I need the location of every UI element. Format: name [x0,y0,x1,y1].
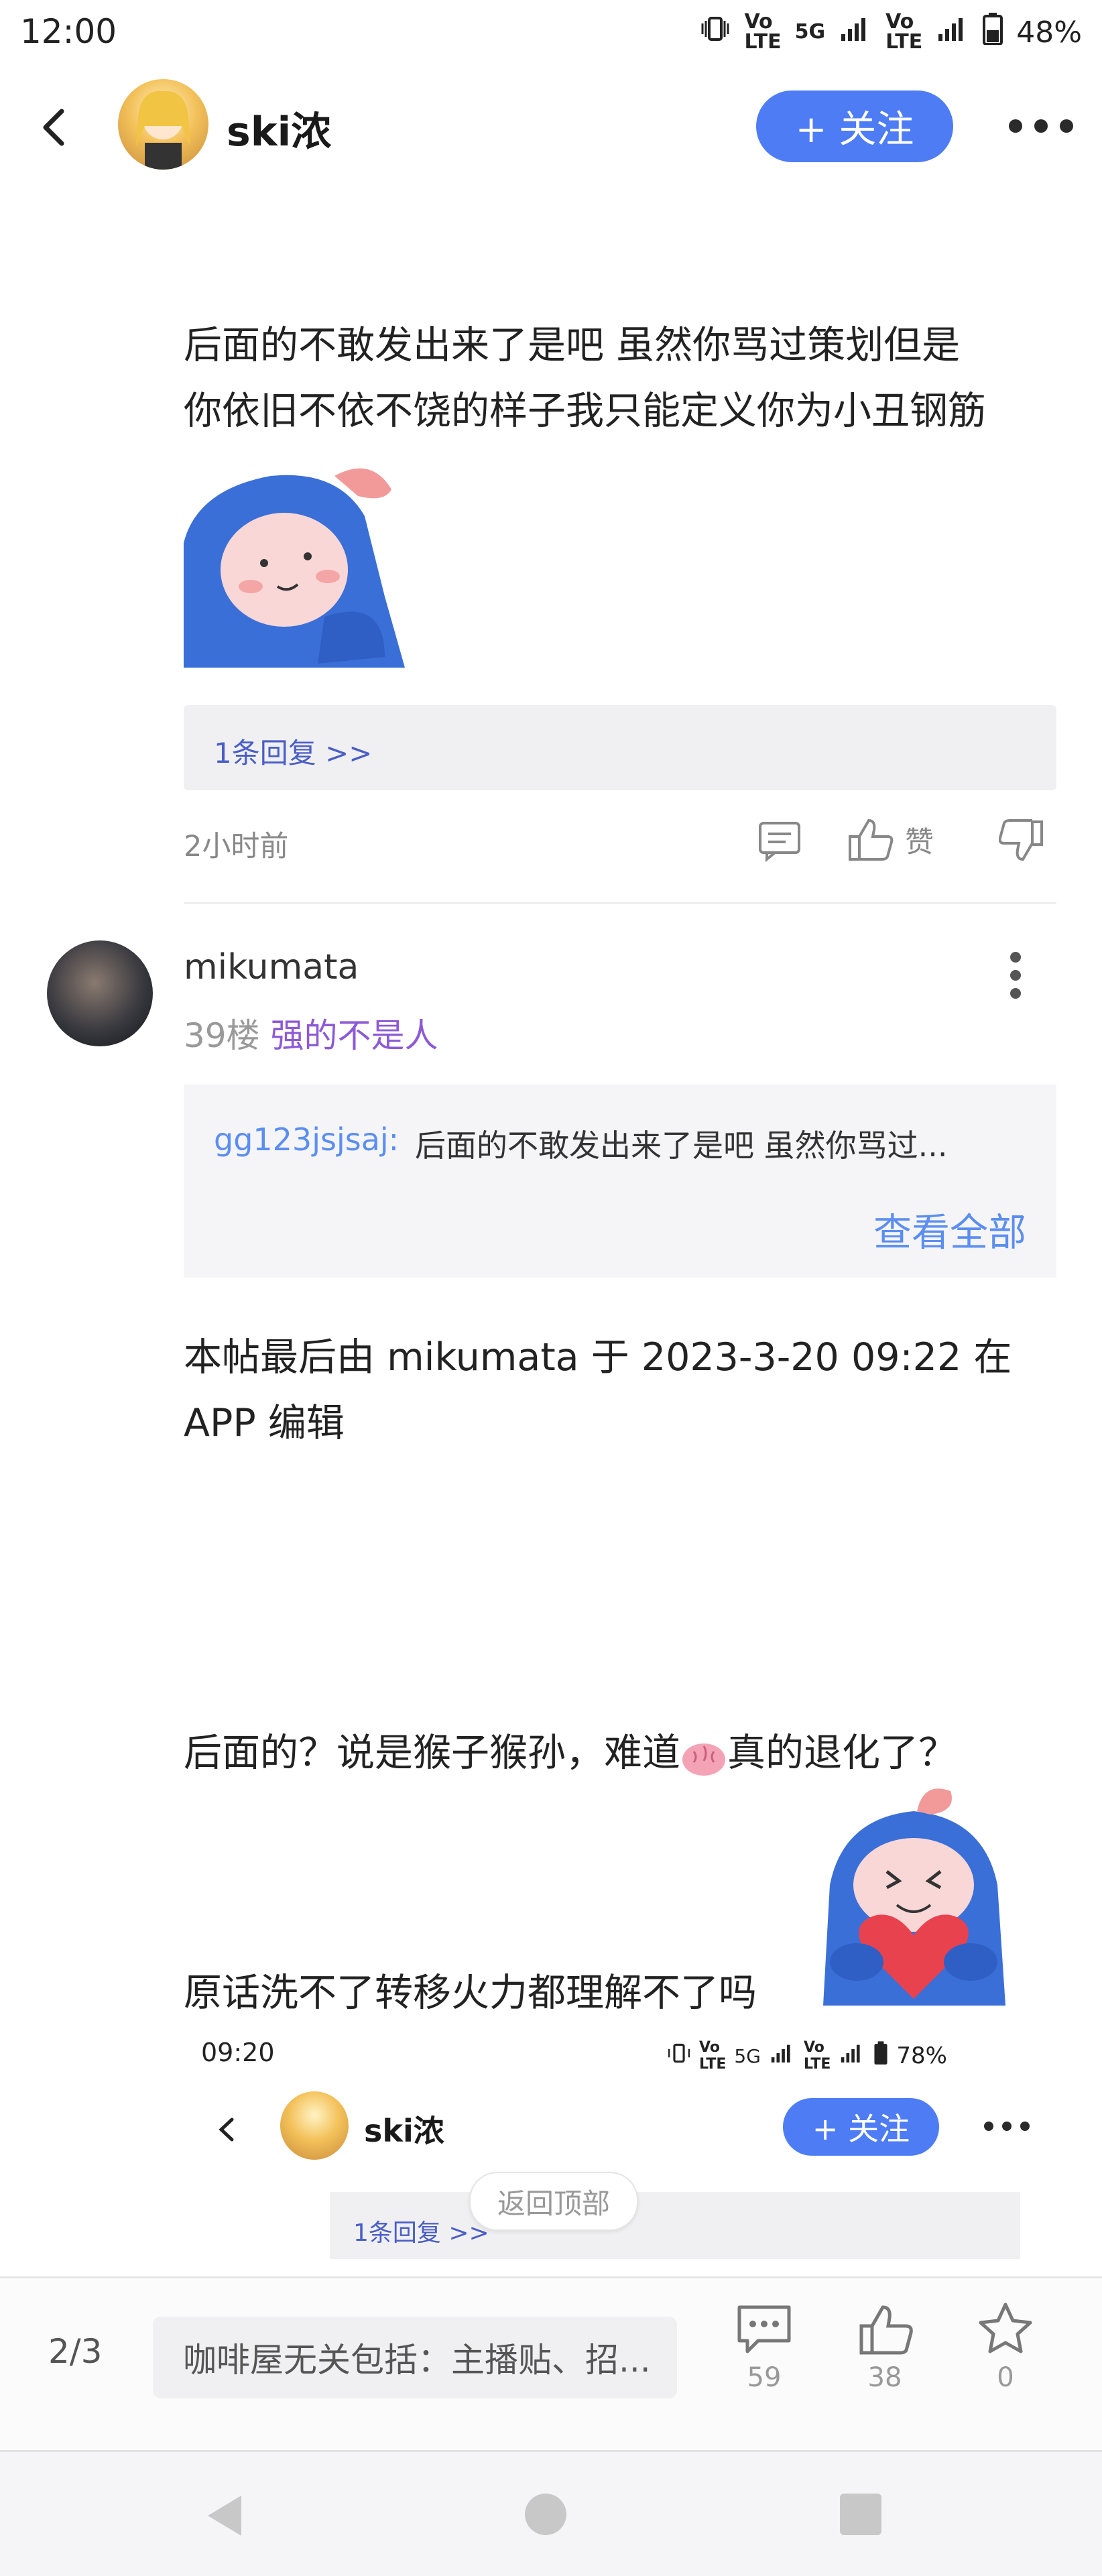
status-time: 12:00 [20,12,117,51]
volte-icon-2: Vo LTE [803,2039,831,2073]
embedded-reply-box: 1条回复 >> [330,2192,1020,2259]
page-indicator[interactable]: 2/3 [48,2332,102,2371]
reply-text-part-1: 后面的？说是猴子猴孙，难道 [184,1731,680,1775]
reply-text-line-2: 原话洗不了转移火力都理解不了吗 [184,1971,757,2015]
avatar[interactable] [47,940,153,1046]
reply-link[interactable]: 1条回复 >> [214,731,372,772]
comments-icon [737,2305,791,2353]
edit-note-line-1: 本帖最后由 mikumata 于 2023-3-20 09:22 在 [184,1335,1012,1379]
quote-text: 后面的不敢发出来了是吧 虽然你骂过... [415,1127,948,1164]
volte-icon: Vo LTE [699,2039,727,2073]
reply-input[interactable]: 咖啡屋无关包括：主播贴、招... [153,2317,677,2398]
embedded-reply-link: 1条回复 >> [353,2219,489,2247]
embedded-battery-level: 78% [896,2042,947,2069]
signal-icon [769,2042,796,2071]
star-icon [979,2303,1032,2353]
like-icon[interactable] [846,816,894,862]
vibrate-icon [667,2042,691,2070]
back-button[interactable] [34,101,74,154]
post-text-line-2: 你依旧不依不饶的样子我只能定义你为小丑钢筋 [184,389,986,433]
sticker-image [184,463,405,668]
embedded-network-type: 5G [734,2044,761,2067]
nav-recents-icon[interactable] [840,2494,881,2535]
back-to-top-button[interactable]: 返回顶部 [469,2172,638,2231]
quote-author[interactable]: gg123jsjsaj: [214,1121,399,1158]
embedded-status-icons: Vo LTE 5G Vo LTE 78% [667,2039,947,2073]
signal-icon-2 [936,14,969,51]
battery-icon [873,2040,888,2071]
favorite-button[interactable]: 0 [969,2302,1042,2393]
volte-icon: Vo LTE [744,10,782,54]
username[interactable]: ski浓 [227,99,331,158]
brain-emoji-icon [680,1733,727,1776]
user-tag: 强的不是人 [270,1016,438,1055]
battery-level: 48% [1016,15,1082,50]
edit-note-line-2: APP 编辑 [184,1401,345,1445]
quote-box[interactable]: gg123jsjsaj: 后面的不敢发出来了是吧 虽然你骂过... 查看全部 [184,1085,1056,1278]
follow-button[interactable]: + 关注 [756,90,953,162]
nav-back-icon[interactable] [201,2489,248,2542]
signal-icon [839,14,872,51]
reply-summary-box[interactable]: 1条回复 >> [184,705,1056,790]
signal-icon-2 [839,2042,865,2071]
embedded-back-icon [213,2113,240,2146]
volte-icon-2: Vo LTE [885,10,923,54]
comments-count: 59 [747,2362,782,2393]
view-all-link[interactable]: 查看全部 [873,1202,1026,1257]
reply-text-part-2: 真的退化了？ [727,1731,957,1775]
comment-icon[interactable] [757,819,803,863]
comment-username[interactable]: mikumata [184,947,359,987]
status-icons: Vo LTE 5G Vo LTE 48% [700,12,1082,52]
embedded-status-time: 09:20 [201,2038,275,2067]
post-time: 2小时前 [184,830,289,863]
status-bar: 12:00 Vo LTE 5G Vo LTE 48% [0,0,1102,67]
divider [184,902,1056,904]
embedded-username: ski浓 [364,2113,444,2149]
embedded-more-icon [984,2122,1030,2131]
favorites-count: 0 [997,2362,1014,2393]
more-options-icon[interactable] [1009,113,1076,139]
system-navigation-bar [0,2450,1102,2576]
avatar[interactable] [118,79,208,170]
floor-number: 39楼 [184,1016,260,1055]
nav-home-icon[interactable] [525,2494,566,2535]
bottom-action-bar: 2/3 咖啡屋无关包括：主播贴、招... 59 38 0 [0,2276,1102,2451]
embedded-follow-button: + 关注 [783,2098,939,2156]
post-text-line-1: 后面的不敢发出来了是吧 虽然你骂过策划但是 [184,323,961,367]
thumbs-up-icon [859,2305,913,2355]
battery-icon [983,12,1003,52]
network-type: 5G [794,20,826,44]
likes-count: 38 [867,2362,902,2393]
floor-info: 39楼 强的不是人 [184,1009,438,1057]
reply-text-line-1: 后面的？说是猴子猴孙，难道 真的退化了？ [184,1720,957,1786]
likes-button[interactable]: 38 [848,2302,922,2393]
more-options-icon[interactable] [1010,952,1024,999]
dislike-icon[interactable] [998,818,1046,863]
comments-button[interactable]: 59 [727,2302,801,2393]
embedded-avatar [280,2091,349,2160]
vibrate-icon [700,15,731,50]
sticker-image [816,1784,1011,2006]
like-label[interactable]: 赞 [905,819,934,861]
